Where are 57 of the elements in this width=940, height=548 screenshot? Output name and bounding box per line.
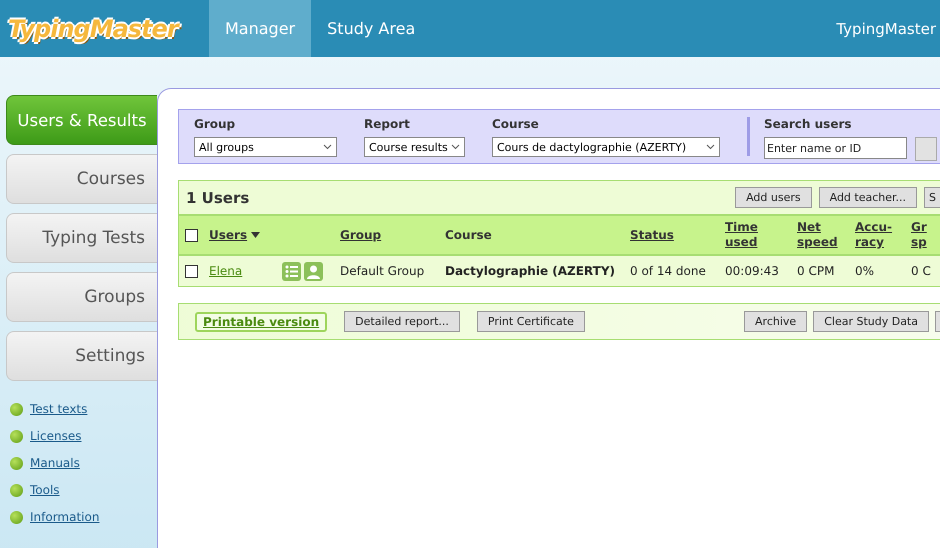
toolbar-button[interactable]: Add users [735, 187, 812, 208]
account-name: TypingMaster [836, 20, 937, 38]
column-header[interactable]: Net speed [797, 220, 838, 250]
dropdown[interactable]: Cours de dactylographie (AZERTY) [492, 137, 720, 157]
dropdown[interactable]: Course results [364, 137, 465, 157]
printable-version-link[interactable]: Printable version [195, 312, 328, 332]
chevron-icon [451, 144, 460, 150]
sidebar-link[interactable]: Test texts [30, 402, 88, 416]
column-header[interactable]: Accu- racy [855, 220, 892, 250]
column-header[interactable]: Gr sp [911, 220, 927, 250]
chevron-icon [706, 144, 715, 150]
action-button[interactable]: Clear Study Data [813, 311, 929, 332]
action-button[interactable]: Archive [744, 311, 808, 332]
table-cell: 0 C [911, 255, 940, 286]
bullet-icon [10, 456, 23, 470]
list-icon[interactable] [282, 262, 301, 280]
column-header[interactable]: Time used [725, 220, 758, 250]
bullet-icon [10, 430, 23, 442]
bullet-icon [10, 510, 23, 524]
action-button[interactable]: Print Certificate [476, 311, 585, 332]
sidebar-link[interactable]: Licenses [30, 429, 82, 443]
checkbox[interactable] [185, 228, 198, 242]
chevron-icon [323, 144, 332, 150]
sidebar-tab[interactable]: Groups [6, 272, 157, 322]
filter-label: Search users [764, 117, 853, 131]
table-cell: Default Group [340, 255, 445, 286]
sidebar-link[interactable]: Information [30, 510, 100, 524]
checkbox[interactable] [185, 265, 198, 278]
sidebar-tab[interactable]: Courses [6, 154, 157, 204]
table-cell: 0 CPM [797, 255, 855, 286]
column-header[interactable]: Status [630, 228, 674, 243]
panel-title: 1 Users [186, 188, 250, 206]
bullet-icon [10, 402, 23, 416]
sidebar-tab[interactable]: Typing Tests [6, 213, 157, 263]
bullet-icon [10, 484, 23, 496]
table-cell: Dactylographie (AZERTY) [445, 255, 630, 286]
toolbar-button[interactable]: Add teacher... [818, 187, 918, 208]
action-button[interactable]: Detailed report... [344, 311, 460, 332]
sidebar-link[interactable]: Tools [30, 483, 60, 497]
filter-label: Report [364, 117, 411, 131]
column-title: Course [445, 228, 492, 243]
toolbar-button[interactable]: S [924, 187, 940, 208]
column-header[interactable]: Group [340, 228, 382, 243]
search-button[interactable] [915, 137, 937, 161]
sidebar-link[interactable]: Manuals [30, 456, 80, 470]
nav-tab[interactable]: Study Area [311, 0, 432, 57]
table-cell: 0% [855, 255, 911, 286]
search-field[interactable]: Enter name or ID [764, 137, 907, 159]
dropdown[interactable]: All groups [194, 137, 337, 157]
table-cell: 00:09:43 [725, 255, 797, 286]
filter-label: Course [492, 117, 540, 131]
table-cell: 0 of 14 done [630, 255, 725, 286]
sidebar-tab[interactable]: Settings [6, 331, 157, 381]
column-header[interactable]: Users [209, 228, 248, 243]
user-icon[interactable] [304, 262, 323, 280]
user-name-link[interactable]: Elena [209, 264, 242, 278]
filter-label: Group [194, 117, 236, 131]
